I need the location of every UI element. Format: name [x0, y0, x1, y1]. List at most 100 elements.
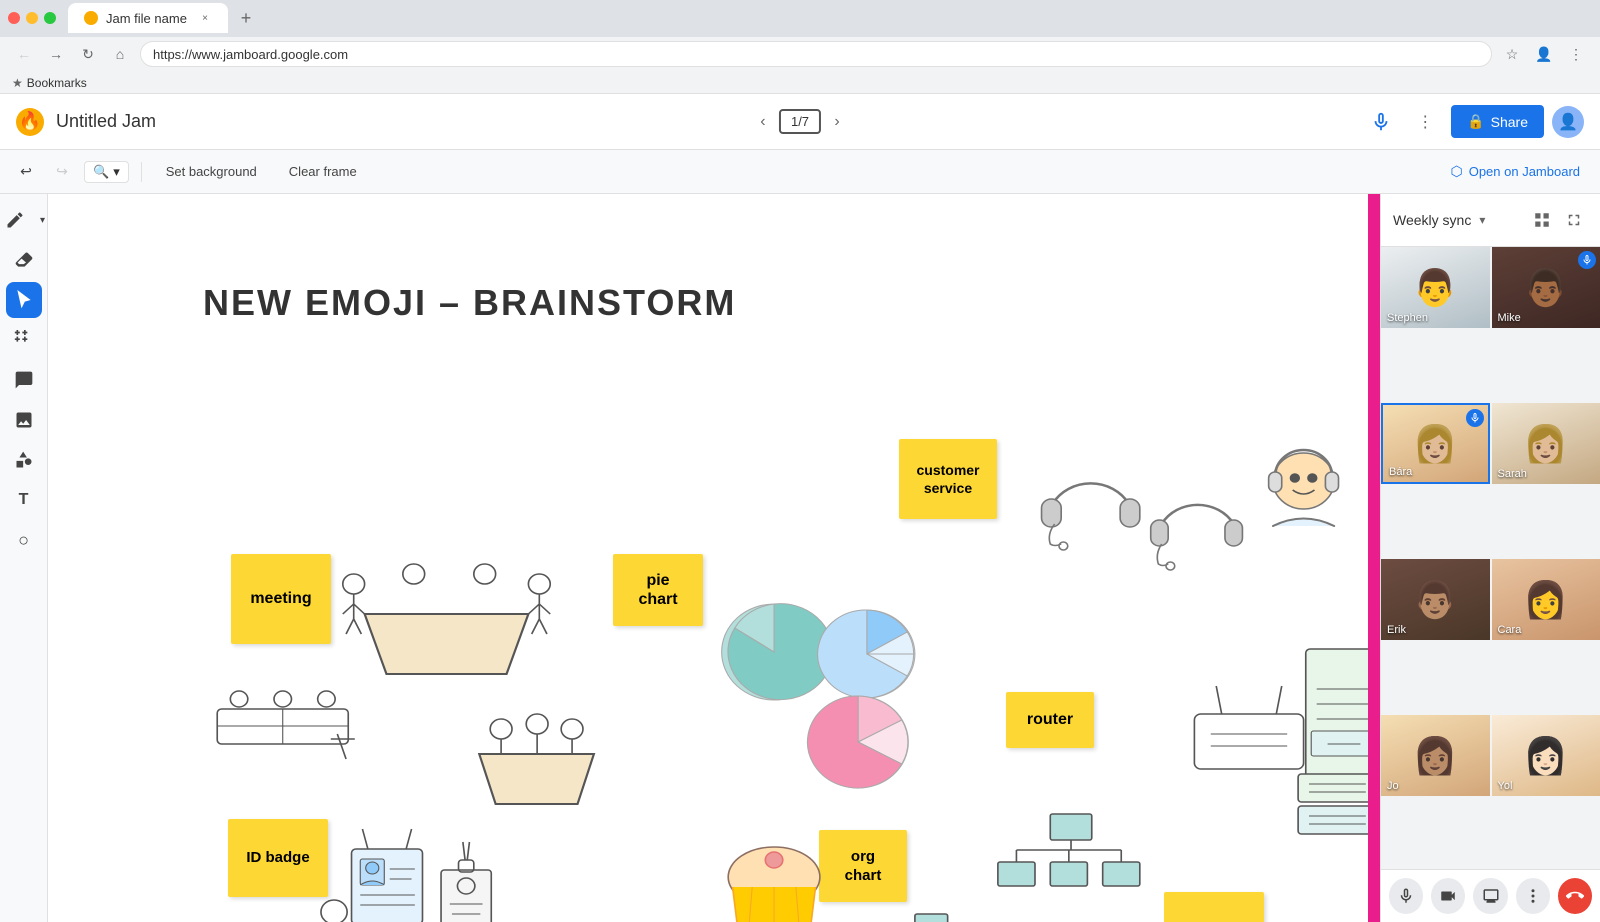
participant-jo: 👩🏽 Jo — [1381, 715, 1490, 796]
meet-camera-btn[interactable] — [1431, 878, 1465, 914]
sticky-id-badge[interactable]: ID badge — [228, 819, 328, 897]
window-controls — [8, 12, 56, 24]
meet-grid-view-btn[interactable] — [1528, 206, 1556, 234]
select-tool[interactable] — [6, 282, 42, 318]
canvas-area[interactable]: NEW EMOJI – BRAINSTORM meeting pie chart… — [48, 194, 1380, 922]
undo-button[interactable]: ↩ — [12, 158, 40, 186]
pen-tool[interactable] — [0, 202, 33, 238]
meet-mic-btn[interactable] — [1389, 878, 1423, 914]
meet-more-btn[interactable] — [1516, 878, 1550, 914]
participant-cara: 👩 Cara — [1492, 559, 1600, 640]
participant-erik-name: Erik — [1387, 624, 1406, 636]
participant-stephen: 👨 Stephen — [1381, 247, 1490, 328]
sticky-pie-chart[interactable]: pie chart — [613, 554, 703, 626]
laser-tool[interactable] — [6, 322, 42, 358]
set-background-label: Set background — [166, 164, 257, 179]
sticky-id-badge-text: ID badge — [246, 848, 309, 868]
participant-sarah: 👩🏼 Sarah — [1492, 403, 1600, 484]
main-layout: ▾ T ○ NEW EMOJI – BRAINSTORM meet — [0, 194, 1600, 922]
open-jamboard-label: Open on Jamboard — [1469, 164, 1580, 179]
participant-mike: 👨🏾 Mike — [1492, 247, 1600, 328]
meet-header: Weekly sync ▾ — [1381, 194, 1600, 247]
shape-tool[interactable] — [6, 442, 42, 478]
clear-frame-label: Clear frame — [289, 164, 357, 179]
meet-dropdown-icon[interactable]: ▾ — [1479, 213, 1485, 227]
share-label: Share — [1491, 114, 1528, 130]
frame-indicator[interactable]: 1/7 — [779, 109, 821, 134]
participants-grid: 👨 Stephen 👨🏾 Mike 👩🏼 Bára — [1381, 247, 1600, 869]
browser-toolbar: ← → ↻ ⌂ https://www.jamboard.google.com … — [0, 37, 1600, 72]
tab-favicon — [84, 11, 98, 25]
bookmark-star-icon[interactable]: ☆ — [1500, 42, 1524, 66]
new-tab-btn[interactable]: + — [232, 4, 260, 32]
header-actions: ⋮ 🔒 Share 👤 — [1363, 104, 1584, 140]
logo-icon: 🔥 — [19, 111, 41, 132]
browser-more-icon[interactable]: ⋮ — [1564, 42, 1588, 66]
google-meet-mic-btn[interactable] — [1363, 104, 1399, 140]
zoom-chevron: ▾ — [113, 164, 120, 180]
participant-bara-name: Bára — [1389, 466, 1412, 478]
meet-end-call-btn[interactable] — [1558, 878, 1592, 914]
bookmarks-label[interactable]: Bookmarks — [27, 76, 87, 90]
bookmark-bar: ★ Bookmarks — [0, 72, 1600, 94]
forward-btn[interactable]: → — [44, 42, 68, 66]
toolbar-separator-1 — [141, 162, 142, 182]
profile-icon[interactable]: 👤 — [1532, 42, 1556, 66]
sticky-meeting[interactable]: meeting — [231, 554, 331, 644]
sticky-customer-service-text: customer service — [911, 461, 985, 497]
sticky-meeting-text: meeting — [250, 589, 311, 610]
participant-bara: 👩🏼 Bára — [1381, 403, 1490, 484]
next-frame-btn[interactable]: › — [825, 110, 849, 134]
sticky-org-chart[interactable]: org chart — [819, 830, 907, 902]
header-more-btn[interactable]: ⋮ — [1407, 104, 1443, 140]
app-logo: 🔥 — [16, 108, 44, 136]
meet-present-btn[interactable] — [1473, 878, 1507, 914]
participant-stephen-name: Stephen — [1387, 312, 1428, 324]
tab-close-btn[interactable]: × — [198, 11, 212, 25]
maximize-window-btn[interactable] — [44, 12, 56, 24]
tab-bar: Jam file name × + — [68, 3, 260, 33]
zoom-control[interactable]: 🔍 ▾ — [84, 161, 129, 183]
back-btn[interactable]: ← — [12, 42, 36, 66]
open-on-jamboard-btn[interactable]: ⬡ Open on Jamboard — [1442, 159, 1588, 184]
clear-frame-button[interactable]: Clear frame — [277, 160, 369, 183]
participant-erik: 👨🏽 Erik — [1381, 559, 1490, 640]
active-tab[interactable]: Jam file name × — [68, 3, 228, 33]
redo-button[interactable]: ↪ — [48, 158, 76, 186]
sticky-note-item[interactable]: sticky note — [1164, 892, 1264, 922]
pink-bar-decoration — [1368, 194, 1380, 922]
toolbar-bar: ↩ ↪ 🔍 ▾ Set background Clear frame ⬡ Ope… — [0, 150, 1600, 194]
participant-jo-name: Jo — [1387, 780, 1399, 792]
browser-chrome: Jam file name × + ← → ↻ ⌂ https://www.ja… — [0, 0, 1600, 72]
sticky-customer-service[interactable]: customer service — [899, 439, 997, 519]
refresh-btn[interactable]: ↻ — [76, 42, 100, 66]
bara-speaking-indicator — [1466, 409, 1484, 427]
participant-yol-name: Yol — [1498, 780, 1513, 792]
participant-sarah-name: Sarah — [1498, 468, 1527, 480]
share-button[interactable]: 🔒 Share — [1451, 105, 1544, 138]
url-text: https://www.jamboard.google.com — [153, 47, 348, 62]
sticky-router[interactable]: router — [1006, 692, 1094, 748]
user-avatar[interactable]: 👤 — [1552, 106, 1584, 138]
board-title: NEW EMOJI – BRAINSTORM — [203, 282, 736, 324]
address-bar[interactable]: https://www.jamboard.google.com — [140, 41, 1492, 67]
set-background-button[interactable]: Set background — [154, 160, 269, 183]
circle-tool[interactable]: ○ — [6, 522, 42, 558]
sticky-org-chart-text: org chart — [831, 847, 895, 886]
open-icon: ⬡ — [1450, 163, 1462, 180]
sticky-router-text: router — [1027, 710, 1073, 731]
image-tool[interactable] — [6, 402, 42, 438]
right-panel: Weekly sync ▾ 👨 Stephen 👨🏾 M — [1380, 194, 1600, 922]
tab-title: Jam file name — [106, 11, 190, 26]
minimize-window-btn[interactable] — [26, 12, 38, 24]
sticky-note-tool[interactable] — [6, 362, 42, 398]
meet-title: Weekly sync — [1393, 212, 1471, 228]
meet-fullscreen-btn[interactable] — [1560, 206, 1588, 234]
text-tool[interactable]: T — [6, 482, 42, 518]
eraser-tool[interactable] — [6, 242, 42, 278]
left-sidebar: ▾ T ○ — [0, 194, 48, 922]
close-window-btn[interactable] — [8, 12, 20, 24]
prev-frame-btn[interactable]: ‹ — [751, 110, 775, 134]
home-btn[interactable]: ⌂ — [108, 42, 132, 66]
app-title[interactable]: Untitled Jam — [56, 111, 1351, 132]
